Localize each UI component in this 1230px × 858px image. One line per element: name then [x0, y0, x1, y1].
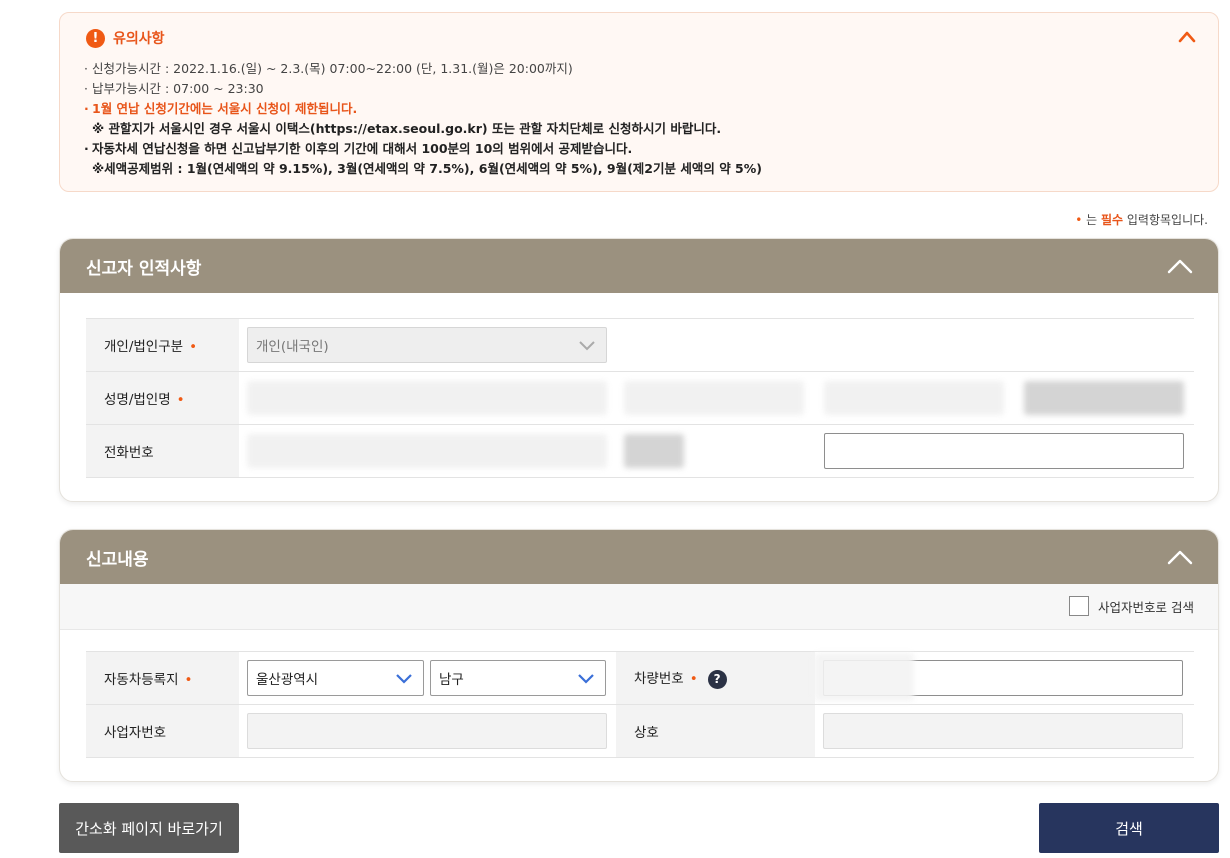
applicant-panel-header: 신고자 인적사항	[60, 239, 1218, 293]
chevron-down-icon	[579, 341, 595, 351]
name-extra-cell	[616, 371, 816, 425]
report-panel-header: 신고내용	[60, 530, 1218, 584]
phone-value-cell	[239, 424, 616, 478]
biz-search-label: 사업자번호로 검색	[1098, 599, 1194, 615]
report-form: 자동차등록지 • 울산광역시 남구 차량번호 •? 사업자번호 상호	[86, 651, 1194, 758]
chevron-up-icon[interactable]	[1166, 546, 1194, 568]
report-sub-bar: 사업자번호로 검색	[60, 584, 1218, 630]
redacted-field	[814, 653, 914, 701]
name-input-redacted[interactable]	[247, 381, 607, 415]
required-mark: •	[184, 672, 193, 688]
form-row: 자동차등록지 • 울산광역시 남구 차량번호 •?	[86, 651, 1194, 705]
name-extra-cell	[1016, 371, 1194, 425]
notice-item: 납부가능시간 : 07:00 ~ 23:30	[84, 79, 1198, 99]
question-icon[interactable]: ?	[707, 669, 727, 689]
name-extra-cell	[816, 371, 1016, 425]
applicant-panel-title: 신고자 인적사항	[86, 258, 202, 279]
biz-no-input[interactable]	[247, 713, 607, 749]
form-row: 전화번호	[86, 424, 1194, 478]
notice-box: ! 유의사항 신청가능시간 : 2022.1.16.(일) ~ 2.3.(목) …	[59, 12, 1219, 192]
biz-no-value-cell	[239, 704, 616, 758]
simple-page-button[interactable]: 간소화 페이지 바로가기	[59, 803, 239, 853]
name-label-cell: 성명/법인명 •	[86, 371, 239, 425]
region-city-select[interactable]: 울산광역시	[247, 660, 424, 696]
form-row: 성명/법인명 •	[86, 371, 1194, 425]
required-mark: •	[189, 339, 198, 355]
notice-item: 신청가능시간 : 2022.1.16.(일) ~ 2.3.(목) 07:00~2…	[84, 59, 1198, 79]
required-note: • 는 필수 입력항목입니다.	[1075, 211, 1208, 228]
notice-list: 신청가능시간 : 2022.1.16.(일) ~ 2.3.(목) 07:00~2…	[84, 59, 1198, 179]
company-label: 상호	[634, 725, 659, 741]
form-row: 개인/법인구분 • 개인(내국인)	[86, 318, 1194, 372]
redacted-field	[624, 434, 684, 468]
applicant-panel: 신고자 인적사항 개인/법인구분 • 개인(내국인) 성명/법인명 • 전화번호	[59, 238, 1219, 502]
name-value-cell	[239, 371, 616, 425]
notice-header: ! 유의사항	[86, 28, 165, 48]
chevron-up-icon[interactable]	[1176, 27, 1198, 47]
type-select-value: 개인(내국인)	[256, 339, 329, 355]
required-mark: •	[176, 392, 185, 408]
car-no-value-cell	[814, 651, 1194, 705]
company-label-cell: 상호	[616, 704, 815, 758]
region-district-value: 남구	[439, 672, 464, 688]
company-value-cell	[815, 704, 1194, 758]
checkbox[interactable]	[1069, 596, 1090, 616]
biz-search-checkbox[interactable]: 사업자번호로 검색	[1069, 596, 1194, 616]
chevron-down-icon	[578, 674, 594, 684]
region-value-cell: 울산광역시 남구	[239, 651, 616, 705]
phone-extra-cell	[816, 424, 1194, 478]
notice-warning-sub: ※ 관할지가 서울시인 경우 서울시 이택스(https://etax.seou…	[92, 121, 722, 136]
phone-input-redacted[interactable]	[247, 434, 607, 468]
redacted-field	[1024, 381, 1184, 415]
region-district-select[interactable]: 남구	[430, 660, 606, 696]
notice-warning: 1월 연납 신청기간에는 서울시 신청이 제한됩니다. ※ 관할지가 서울시인 경…	[84, 99, 1198, 139]
exclamation-icon: !	[86, 28, 105, 48]
region-label: 자동차등록지	[104, 672, 179, 688]
form-row: 사업자번호 상호	[86, 704, 1194, 758]
name-label: 성명/법인명	[104, 392, 171, 408]
car-no-label: 차량번호	[634, 671, 684, 688]
required-mark: •	[689, 671, 698, 688]
phone-input[interactable]	[824, 433, 1184, 469]
type-label: 개인/법인구분	[104, 339, 184, 355]
region-label-cell: 자동차등록지 •	[86, 651, 239, 705]
redacted-field	[824, 381, 1004, 415]
company-input[interactable]	[823, 713, 1183, 749]
required-emph: 필수	[1100, 213, 1124, 227]
chevron-down-icon	[396, 674, 412, 684]
notice-warning-text: 1월 연납 신청기간에는 서울시 신청이 제한됩니다.	[92, 101, 358, 116]
biz-no-label-cell: 사업자번호	[86, 704, 239, 758]
required-suffix: 입력항목입니다.	[1123, 213, 1208, 227]
phone-label: 전화번호	[104, 445, 154, 461]
report-panel: 신고내용 사업자번호로 검색 자동차등록지 • 울산광역시 남구 차량번호 • …	[59, 529, 1219, 782]
biz-no-label: 사업자번호	[104, 725, 167, 741]
applicant-form: 개인/법인구분 • 개인(내국인) 성명/법인명 • 전화번호	[86, 318, 1194, 478]
required-prefix: 는	[1082, 213, 1101, 227]
notice-deduction: 자동차세 연납신청을 하면 신고납부기한 이후의 기간에 대해서 100분의 1…	[84, 139, 1198, 179]
car-no-label-cell: 차량번호 •?	[616, 651, 815, 705]
notice-deduction-text: 자동차세 연납신청을 하면 신고납부기한 이후의 기간에 대해서 100분의 1…	[92, 141, 633, 156]
redacted-field	[624, 381, 804, 415]
report-panel-title: 신고내용	[86, 549, 149, 570]
region-city-value: 울산광역시	[256, 672, 319, 688]
type-label-cell: 개인/법인구분 •	[86, 318, 239, 372]
car-no-input[interactable]	[814, 653, 1183, 701]
phone-label-cell: 전화번호	[86, 424, 239, 478]
chevron-up-icon[interactable]	[1166, 255, 1194, 277]
phone-extra-cell	[616, 424, 816, 478]
search-button[interactable]: 검색	[1039, 803, 1219, 853]
notice-deduction-sub: ※세액공제범위 : 1월(연세액의 약 9.15%), 3월(연세액의 약 7.…	[92, 161, 762, 176]
type-select[interactable]: 개인(내국인)	[247, 327, 607, 363]
notice-title: 유의사항	[113, 31, 165, 47]
type-value-cell: 개인(내국인)	[239, 318, 1194, 372]
